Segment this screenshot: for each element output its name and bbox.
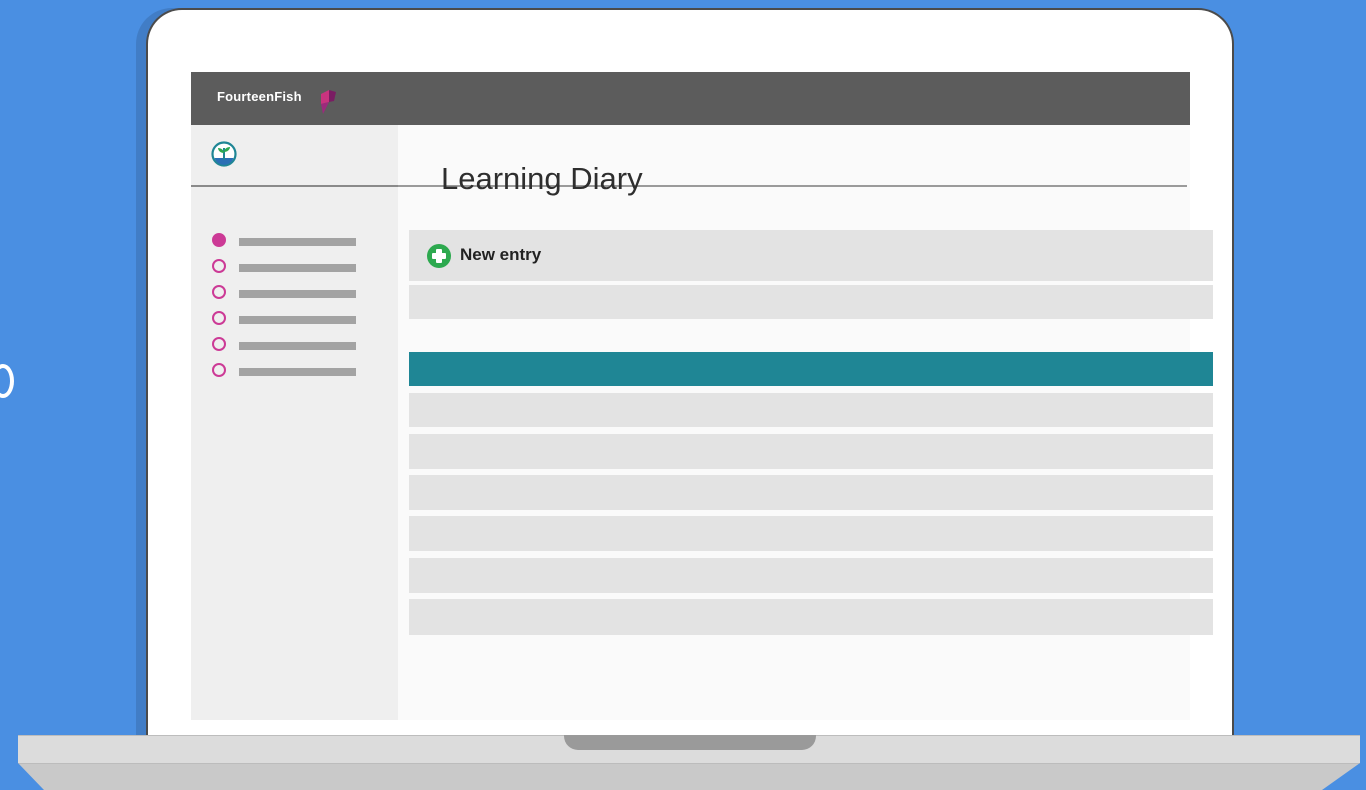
new-entry-button[interactable]: New entry bbox=[409, 230, 1213, 281]
sidebar-item[interactable] bbox=[212, 256, 362, 282]
list-row[interactable] bbox=[409, 516, 1213, 551]
list-row[interactable] bbox=[409, 475, 1213, 510]
dot-icon bbox=[212, 285, 226, 299]
top-bar: FourteenFish bbox=[191, 72, 1190, 125]
sidebar bbox=[191, 125, 398, 720]
plus-circle-icon bbox=[427, 244, 451, 268]
new-entry-label: New entry bbox=[460, 245, 542, 264]
laptop-notch bbox=[564, 735, 816, 750]
dot-icon bbox=[212, 363, 226, 377]
page-title: Learning Diary bbox=[441, 160, 643, 196]
dot-icon bbox=[212, 259, 226, 273]
list-row[interactable] bbox=[409, 434, 1213, 469]
page-header: Learning Diary bbox=[398, 125, 1187, 196]
list-row[interactable] bbox=[409, 558, 1213, 593]
sidebar-item[interactable] bbox=[212, 230, 362, 256]
sidebar-nav bbox=[212, 230, 362, 386]
fish-mark-icon bbox=[321, 90, 336, 114]
sidebar-item-label-placeholder bbox=[239, 316, 356, 324]
sidebar-item[interactable] bbox=[212, 282, 362, 308]
brand-name[interactable]: FourteenFish bbox=[217, 89, 302, 104]
list-row-selected[interactable] bbox=[409, 352, 1213, 386]
edge-fragment-icon bbox=[0, 364, 14, 398]
sidebar-item[interactable] bbox=[212, 308, 362, 334]
sidebar-item[interactable] bbox=[212, 360, 362, 386]
list-row[interactable] bbox=[409, 599, 1213, 635]
sidebar-item-label-placeholder bbox=[239, 290, 356, 298]
active-dot-icon bbox=[212, 233, 226, 247]
dot-icon bbox=[212, 337, 226, 351]
sidebar-item-label-placeholder bbox=[239, 368, 356, 376]
sidebar-item[interactable] bbox=[212, 334, 362, 360]
plant-logo-icon[interactable] bbox=[211, 141, 237, 167]
sidebar-header bbox=[191, 125, 398, 187]
laptop-base-front bbox=[18, 763, 1360, 790]
list-row[interactable] bbox=[409, 393, 1213, 427]
filter-bar[interactable] bbox=[409, 285, 1213, 319]
sidebar-item-label-placeholder bbox=[239, 238, 356, 246]
sidebar-item-label-placeholder bbox=[239, 264, 356, 272]
dot-icon bbox=[212, 311, 226, 325]
sidebar-item-label-placeholder bbox=[239, 342, 356, 350]
